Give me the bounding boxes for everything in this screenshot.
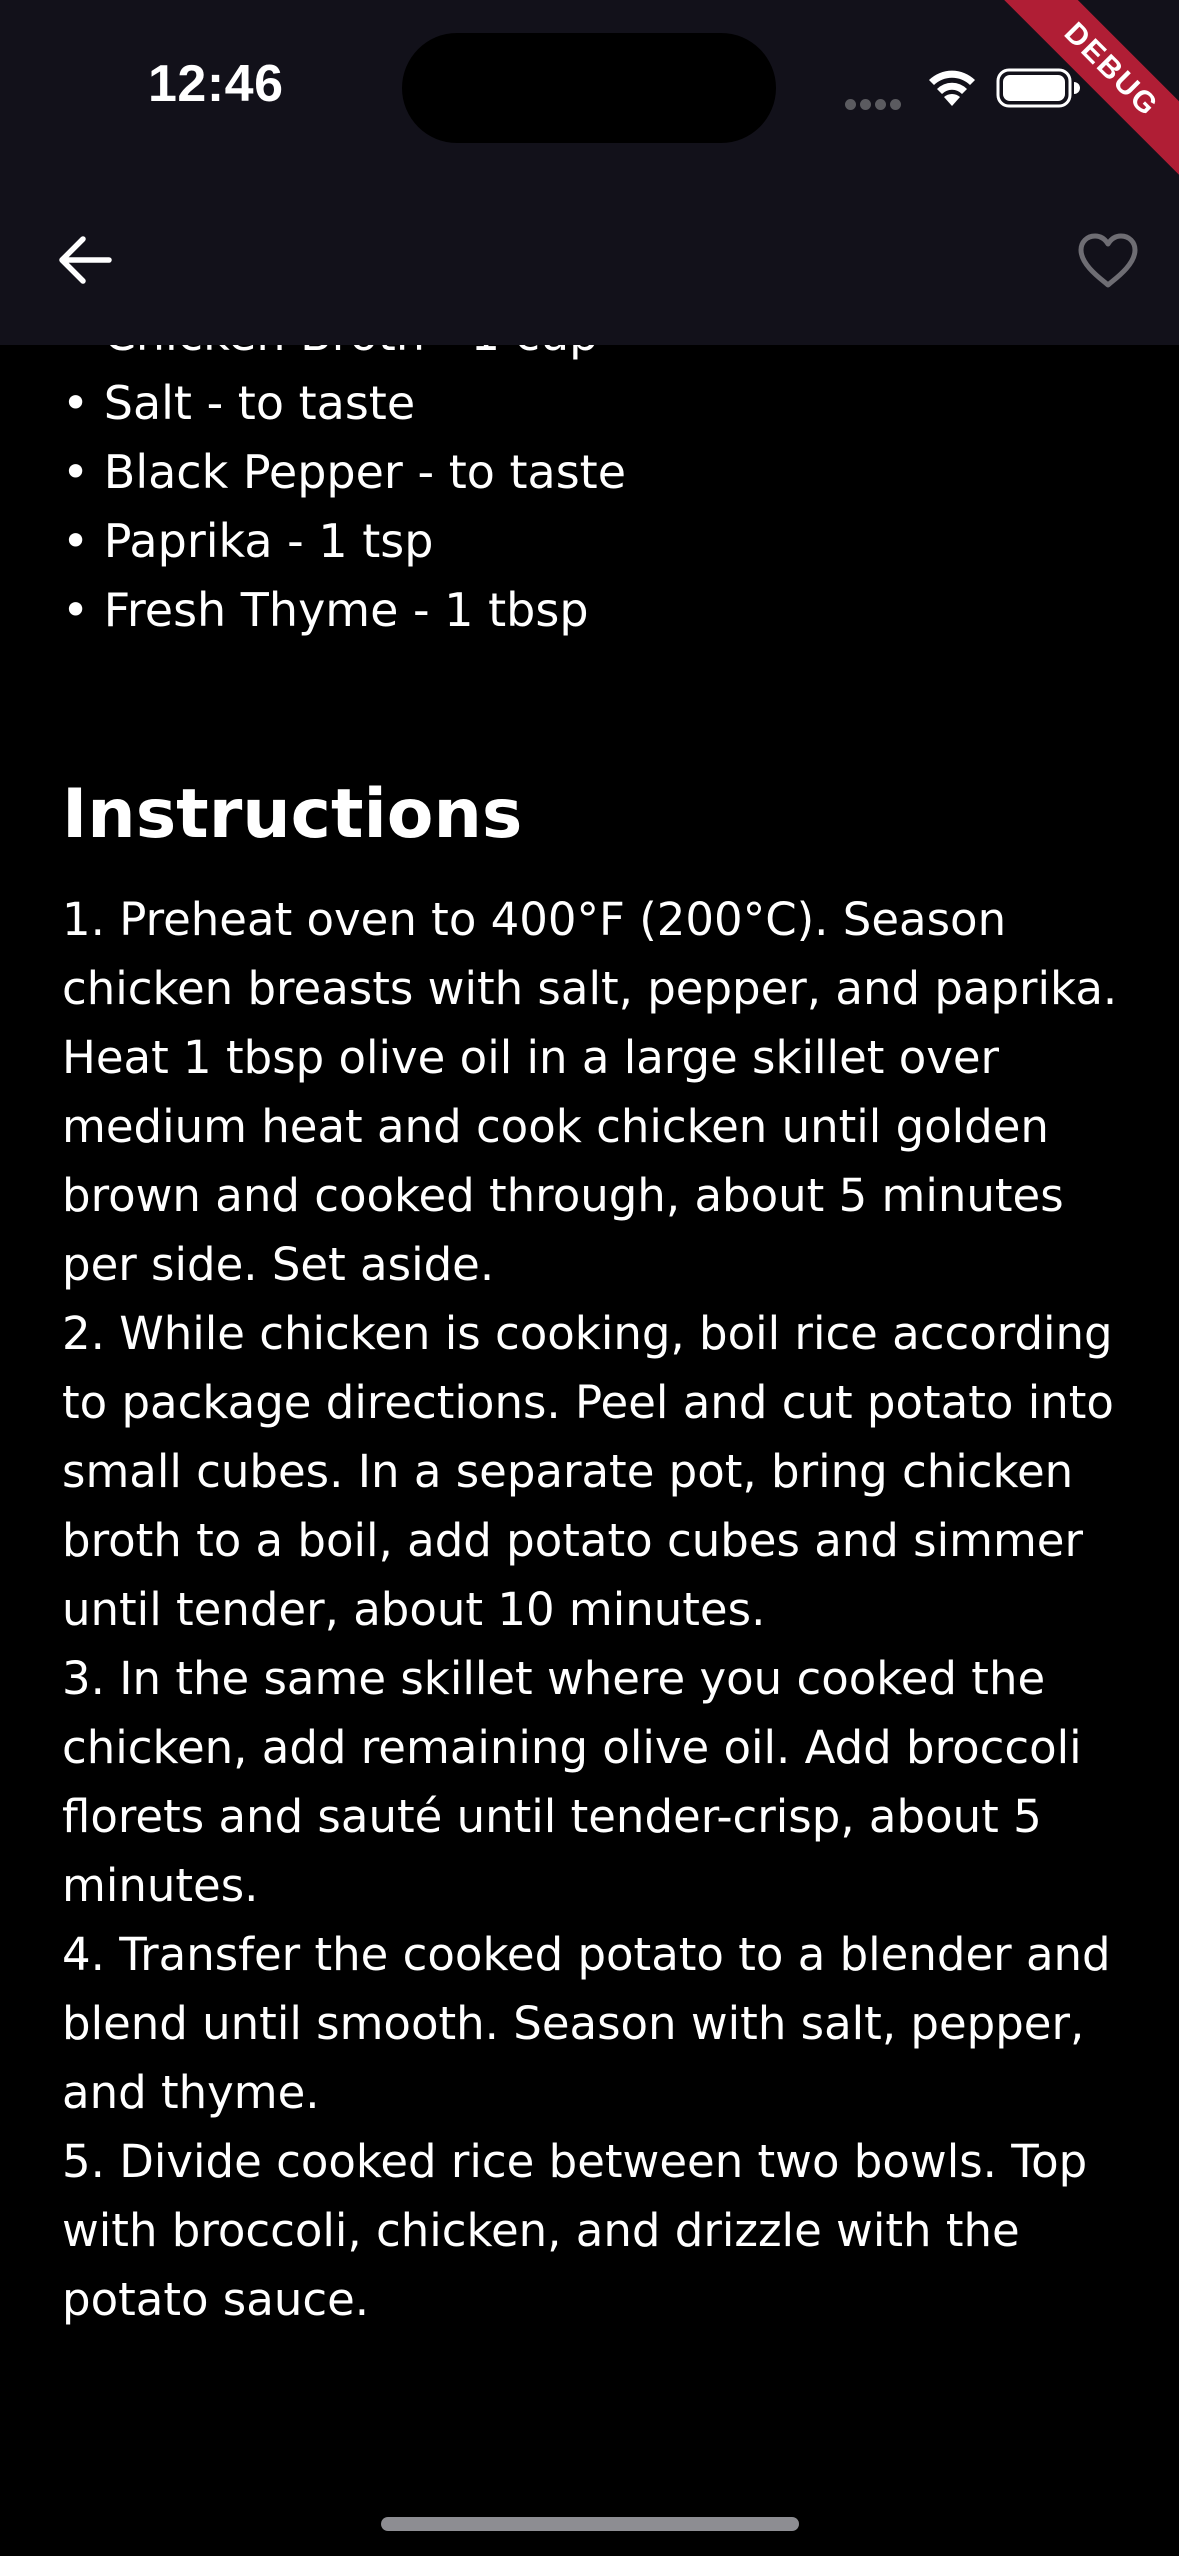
ingredient-item: • Fresh Thyme - 1 tbsp xyxy=(62,583,589,637)
ingredient-item: • Salt - to taste xyxy=(62,376,416,430)
app-bar xyxy=(0,200,1179,345)
ingredient-item: • Black Pepper - to taste xyxy=(62,445,627,499)
dynamic-island xyxy=(402,33,776,143)
instructions-text: 1. Preheat oven to 400°F (200°C). Season… xyxy=(62,893,1118,2326)
debug-banner-label: DEBUG xyxy=(986,0,1179,195)
home-indicator[interactable] xyxy=(381,2517,799,2531)
debug-banner: DEBUG xyxy=(979,0,1179,200)
recipe-content[interactable]: • Chicken Broth - 1 cup • Salt - to tast… xyxy=(0,345,1179,2495)
status-bar: 12:46 DEBUG xyxy=(0,0,1179,200)
heart-outline-icon xyxy=(1078,233,1138,288)
wifi-icon xyxy=(929,70,975,106)
ingredient-item: • Paprika - 1 tsp xyxy=(62,514,434,568)
back-button[interactable] xyxy=(50,225,120,295)
cellular-signal-icon xyxy=(845,95,905,110)
status-time: 12:46 xyxy=(148,55,284,113)
arrow-back-icon xyxy=(59,236,112,284)
favorite-button[interactable] xyxy=(1070,225,1146,297)
instructions-heading: Instructions xyxy=(62,775,523,854)
ingredients-list: • Chicken Broth - 1 cup • Salt - to tast… xyxy=(62,345,1122,645)
ingredient-item: • Chicken Broth - 1 cup xyxy=(62,345,1122,369)
